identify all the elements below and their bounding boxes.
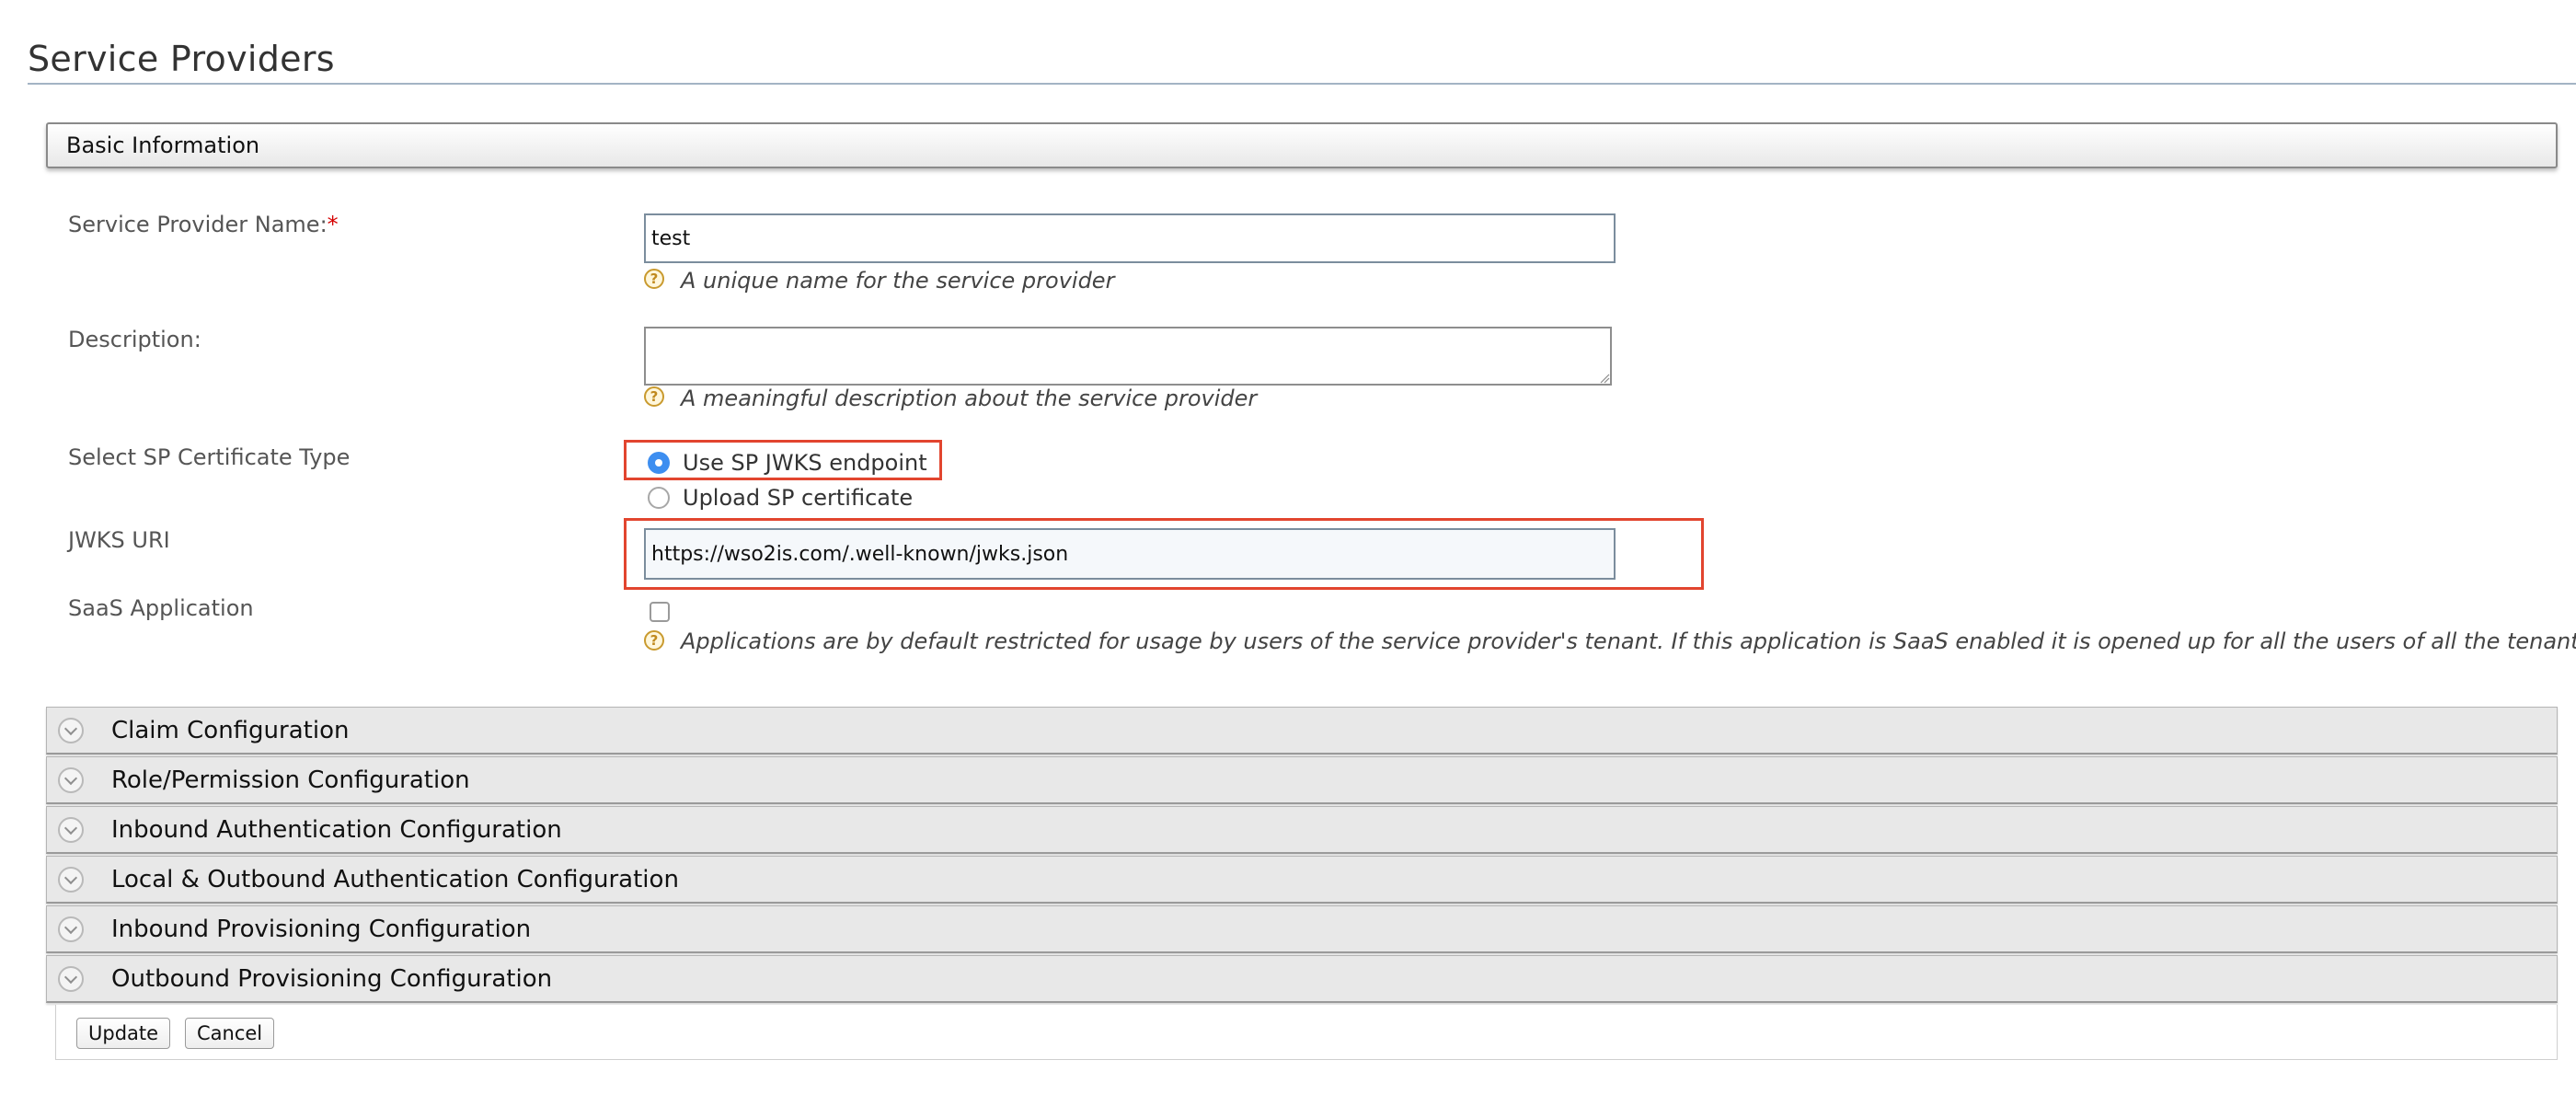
panel-title: Inbound Authentication Configuration <box>111 816 562 844</box>
help-icon: ? <box>644 386 664 407</box>
service-provider-name-input[interactable] <box>644 213 1616 263</box>
panel-title: Outbound Provisioning Configuration <box>111 965 553 993</box>
service-provider-name-label-text: Service Provider Name: <box>68 212 328 237</box>
service-provider-name-label: Service Provider Name:* <box>68 212 339 237</box>
update-button[interactable]: Update <box>76 1018 171 1049</box>
page-title: Service Providers <box>28 39 335 79</box>
panel-claim-configuration[interactable]: Claim Configuration <box>46 707 2558 755</box>
saas-application-checkbox[interactable] <box>650 602 670 622</box>
chevron-down-icon[interactable] <box>58 966 84 992</box>
radio-label-upload: Upload SP certificate <box>683 485 914 511</box>
chevron-down-icon[interactable] <box>58 767 84 793</box>
panel-local-outbound-authentication-configuration[interactable]: Local & Outbound Authentication Configur… <box>46 856 2558 904</box>
panel-outbound-provisioning-configuration[interactable]: Outbound Provisioning Configuration <box>46 955 2558 1003</box>
cancel-button[interactable]: Cancel <box>185 1018 275 1049</box>
resize-grip-icon[interactable] <box>1599 373 1610 384</box>
basic-information-header[interactable]: Basic Information <box>46 122 2558 168</box>
chevron-down-icon[interactable] <box>58 867 84 893</box>
saas-application-label: SaaS Application <box>68 595 254 621</box>
jwks-uri-label: JWKS URI <box>68 527 170 553</box>
chevron-down-icon[interactable] <box>58 718 84 743</box>
description-hint: A meaningful description about the servi… <box>681 386 1258 411</box>
panel-title: Inbound Provisioning Configuration <box>111 916 532 943</box>
description-label: Description: <box>68 327 201 352</box>
chevron-down-icon[interactable] <box>58 817 84 843</box>
help-icon: ? <box>644 630 664 651</box>
radio-use-jwks-endpoint[interactable]: Use SP JWKS endpoint <box>648 449 927 477</box>
cert-type-label: Select SP Certificate Type <box>68 444 351 470</box>
panel-inbound-authentication-configuration[interactable]: Inbound Authentication Configuration <box>46 806 2558 854</box>
jwks-uri-input[interactable] <box>644 528 1616 580</box>
description-textarea[interactable] <box>644 327 1612 386</box>
radio-button[interactable] <box>648 487 670 509</box>
required-mark: * <box>327 212 339 237</box>
help-icon: ? <box>644 269 664 289</box>
form-actions: Update Cancel <box>55 1005 2558 1060</box>
service-provider-name-hint: A unique name for the service provider <box>681 268 1115 294</box>
chevron-down-icon[interactable] <box>58 916 84 942</box>
panel-title: Role/Permission Configuration <box>111 766 470 794</box>
panel-inbound-provisioning-configuration[interactable]: Inbound Provisioning Configuration <box>46 905 2558 953</box>
title-divider <box>28 83 2576 85</box>
radio-label-jwks: Use SP JWKS endpoint <box>683 450 927 476</box>
panel-role-permission-configuration[interactable]: Role/Permission Configuration <box>46 756 2558 804</box>
saas-application-hint: Applications are by default restricted f… <box>681 628 2576 654</box>
panel-title: Claim Configuration <box>111 717 350 744</box>
radio-upload-sp-certificate[interactable]: Upload SP certificate <box>648 484 913 512</box>
panel-title: Local & Outbound Authentication Configur… <box>111 866 679 893</box>
radio-button-selected[interactable] <box>648 452 670 474</box>
